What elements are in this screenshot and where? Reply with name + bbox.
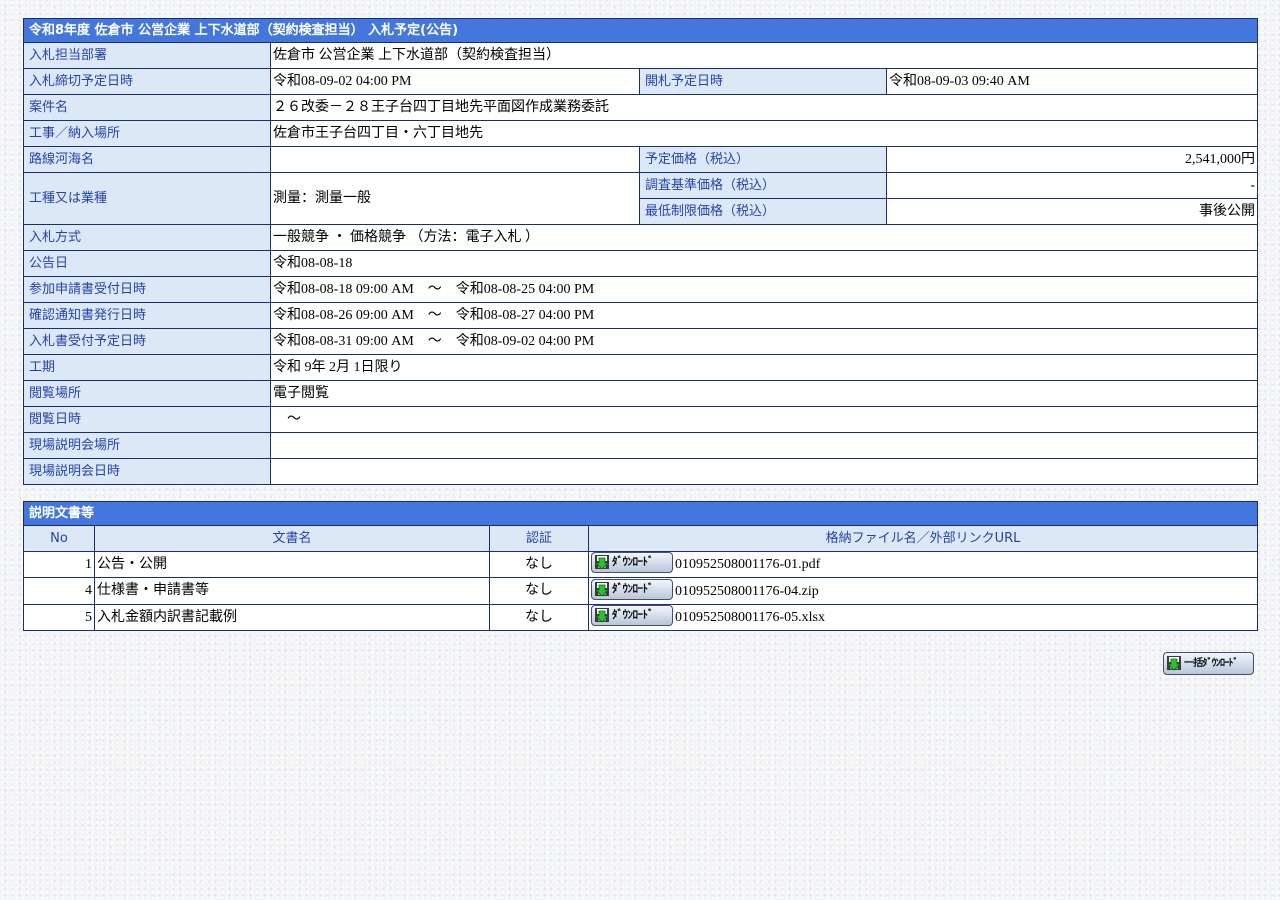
document-auth: なし [489, 603, 589, 631]
opening-label: 開札予定日時 [639, 68, 887, 95]
document-auth: なし [489, 577, 589, 605]
route-value [270, 146, 640, 173]
col-no-header: No [23, 525, 95, 552]
document-file-name: 010952508001176-04.zip [675, 583, 819, 599]
method-label: 入札方式 [23, 224, 271, 251]
notice-title: 令和8年度 佐倉市 公営企業 上下水道部（契約検査担当） 入札予定(公告) [22, 18, 1259, 43]
document-no: 4 [23, 577, 95, 605]
bid-receipt-label: 入札書受付予定日時 [23, 328, 271, 355]
location-label: 工事／納入場所 [23, 120, 271, 147]
application-value: 令和08-08-18 09:00 AM ～ 令和08-08-25 04:00 P… [269, 276, 1259, 303]
industry-value: 測量：測量一般 [270, 172, 640, 225]
min-price-value: 事後公開 [885, 198, 1259, 225]
document-no: 1 [23, 550, 95, 579]
case-name-value: ２６改委－２８王子台四丁目地先平面図作成業務委託 [269, 94, 1259, 121]
location-value: 佐倉市王子台四丁目・六丁目地先 [269, 120, 1259, 147]
planned-price-value: 2,541,000円 [885, 146, 1259, 173]
survey-price-label: 調査基準価格（税込） [639, 172, 887, 199]
document-name: 仕様書・申請書等 [94, 577, 490, 605]
confirmation-label: 確認通知書発行日時 [23, 302, 271, 329]
bulk-download-label: 一括ﾀﾞｳﾝﾛｰﾄﾞ [1184, 658, 1238, 669]
deadline-value: 令和08-09-02 04:00 PM [270, 68, 640, 95]
document-file-cell: ﾀﾞｳﾝﾛｰﾄﾞ 010952508001176-01.pdf [587, 550, 1259, 579]
download-icon [594, 581, 610, 596]
document-file-name: 010952508001176-01.pdf [675, 557, 821, 573]
document-no: 5 [23, 603, 95, 631]
announce-date-label: 公告日 [23, 250, 271, 277]
planned-price-label: 予定価格（税込） [639, 146, 887, 173]
download-button[interactable]: ﾀﾞｳﾝﾛｰﾄﾞ [591, 605, 673, 626]
dept-value: 佐倉市 公営企業 上下水道部（契約検査担当） [269, 42, 1259, 69]
view-place-label: 閲覧場所 [23, 380, 271, 407]
download-button-label: ﾀﾞｳﾝﾛｰﾄﾞ [612, 555, 654, 569]
col-file-header: 格納ファイル名／外部リンクURL [587, 525, 1259, 552]
view-date-label: 閲覧日時 [23, 406, 271, 433]
documents-title: 説明文書等 [22, 501, 1259, 526]
site-place-label: 現場説明会場所 [23, 432, 271, 459]
site-date-label: 現場説明会日時 [23, 458, 271, 485]
document-auth: なし [489, 550, 589, 579]
download-button[interactable]: ﾀﾞｳﾝﾛｰﾄﾞ [591, 552, 673, 574]
col-auth-header: 認証 [489, 525, 589, 552]
notice-table: 令和8年度 佐倉市 公営企業 上下水道部（契約検査担当） 入札予定(公告) 入札… [22, 18, 1259, 485]
document-row: 1 公告・公開 なし ﾀﾞｳﾝﾛｰﾄﾞ 010952508001176-01.p… [23, 550, 1259, 579]
view-place-value: 電子閲覧 [269, 380, 1259, 407]
period-value: 令和 9年 2月 1日限り [269, 354, 1259, 381]
document-file-cell: ﾀﾞｳﾝﾛｰﾄﾞ 010952508001176-05.xlsx [587, 603, 1259, 631]
bid-receipt-value: 令和08-08-31 09:00 AM ～ 令和08-09-02 04:00 P… [269, 328, 1259, 355]
download-button[interactable]: ﾀﾞｳﾝﾛｰﾄﾞ [591, 578, 673, 600]
document-file-cell: ﾀﾞｳﾝﾛｰﾄﾞ 010952508001176-04.zip [587, 577, 1259, 605]
download-icon [1166, 655, 1182, 671]
download-button-label: ﾀﾞｳﾝﾛｰﾄﾞ [612, 581, 654, 595]
confirmation-value: 令和08-08-26 09:00 AM ～ 令和08-08-27 04:00 P… [269, 302, 1259, 329]
min-price-label: 最低制限価格（税込） [639, 198, 887, 225]
documents-table: 説明文書等 No 文書名 認証 格納ファイル名／外部リンクURL 1 公告・公開… [22, 501, 1259, 631]
view-date-value: ～ [269, 406, 1259, 433]
download-icon [594, 554, 610, 570]
application-label: 参加申請書受付日時 [23, 276, 271, 303]
deadline-label: 入札締切予定日時 [23, 68, 271, 95]
document-row: 5 入札金額内訳書記載例 なし ﾀﾞｳﾝﾛｰﾄﾞ 010952508001176… [23, 603, 1259, 631]
document-file-name: 010952508001176-05.xlsx [675, 609, 825, 625]
dept-label: 入札担当部署 [23, 42, 271, 69]
survey-price-value: - [885, 172, 1259, 199]
method-value: 一般競争 ・ 価格競争 （方法：電子入札 ） [269, 224, 1259, 251]
bulk-download-button[interactable]: 一括ﾀﾞｳﾝﾛｰﾄﾞ [1163, 652, 1254, 675]
announce-date-value: 令和08-08-18 [269, 250, 1259, 277]
period-label: 工期 [23, 354, 271, 381]
route-label: 路線河海名 [23, 146, 271, 173]
opening-value: 令和08-09-03 09:40 AM [885, 68, 1259, 95]
industry-label: 工種又は業種 [23, 172, 271, 225]
case-name-label: 案件名 [23, 94, 271, 121]
site-place-value [269, 432, 1259, 459]
site-date-value [269, 458, 1259, 485]
download-button-label: ﾀﾞｳﾝﾛｰﾄﾞ [612, 607, 654, 621]
download-icon [594, 607, 610, 623]
document-name: 公告・公開 [94, 550, 490, 579]
col-name-header: 文書名 [94, 525, 490, 552]
document-row: 4 仕様書・申請書等 なし ﾀﾞｳﾝﾛｰﾄﾞ 010952508001176-0… [23, 577, 1259, 605]
document-name: 入札金額内訳書記載例 [94, 603, 490, 631]
